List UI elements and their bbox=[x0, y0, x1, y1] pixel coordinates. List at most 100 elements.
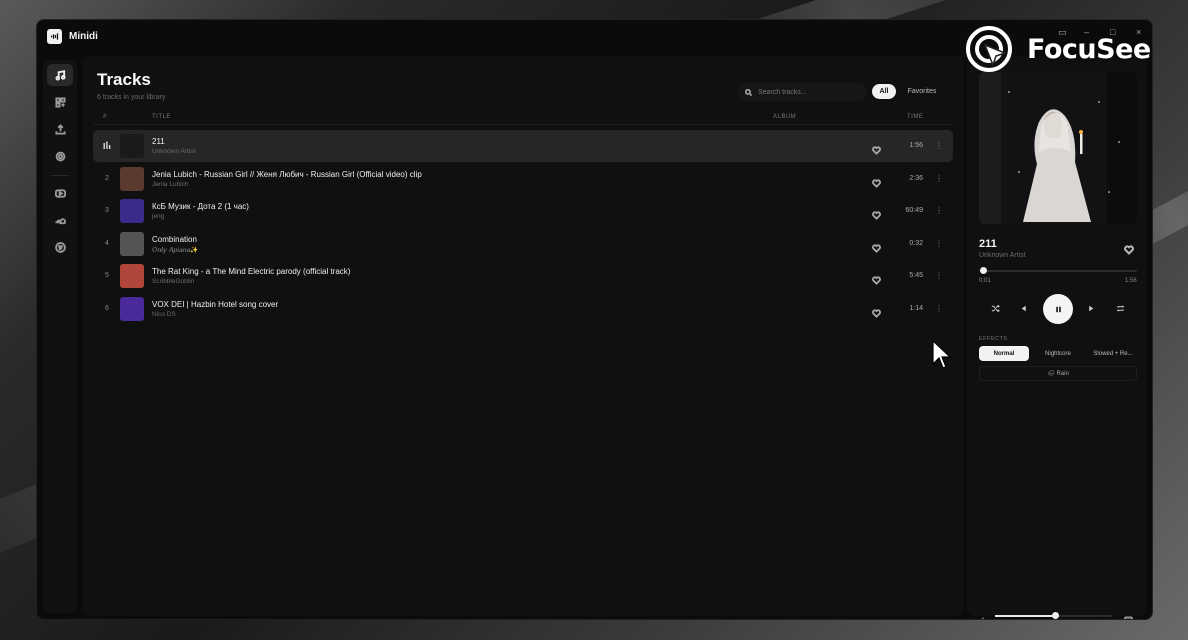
track-artist: 𝑶𝒏𝒍𝒚 𝑨𝒑𝒊𝒂𝒏𝒂✨ bbox=[152, 246, 199, 254]
progress-bar[interactable] bbox=[979, 267, 1137, 274]
gear-icon bbox=[55, 151, 65, 161]
repeat-button[interactable] bbox=[1114, 302, 1126, 314]
favorite-heart-icon[interactable] bbox=[1124, 242, 1134, 255]
favorite-heart-icon[interactable] bbox=[872, 207, 881, 221]
volume-handle[interactable] bbox=[1052, 612, 1060, 619]
effect-nightcore-button[interactable]: Nightcore bbox=[1033, 346, 1083, 361]
track-row[interactable]: 2 Jenia Lubich - Russian Girl // Женя Люб… bbox=[93, 163, 953, 195]
track-duration: 60:49 bbox=[905, 207, 923, 215]
track-artwork bbox=[120, 166, 144, 191]
track-artwork bbox=[120, 199, 144, 224]
track-artist: ScribbleGoblin bbox=[152, 278, 195, 286]
music-note-icon bbox=[54, 69, 66, 81]
next-icon bbox=[1088, 305, 1093, 311]
effects-label: EFFECTS bbox=[979, 336, 1008, 342]
sidebar-item-library[interactable] bbox=[47, 91, 73, 113]
next-button[interactable] bbox=[1085, 302, 1097, 314]
app-window: Minidi ▭ – □ × Tracks 6 tracks in your l… bbox=[36, 19, 1153, 620]
track-title: Combination bbox=[152, 234, 197, 244]
track-title: Jenia Lubich - Russian Girl // Женя Люби… bbox=[152, 169, 422, 179]
favorite-heart-icon[interactable] bbox=[872, 142, 881, 155]
app-name: Minidi bbox=[69, 30, 98, 42]
total-time: 1:56 bbox=[1125, 278, 1137, 284]
track-artist: jeng bbox=[152, 213, 165, 221]
sidebar-item-spotify[interactable] bbox=[47, 236, 73, 258]
effect-normal-button[interactable]: Normal bbox=[979, 346, 1029, 361]
favorite-heart-icon[interactable] bbox=[872, 175, 881, 188]
pause-button[interactable] bbox=[1043, 294, 1073, 324]
column-header-title[interactable]: TITLE bbox=[152, 114, 171, 120]
track-artist: Nico DS bbox=[152, 311, 176, 318]
track-row[interactable]: 5 The Rat King - a The Mind Electric paro… bbox=[93, 260, 953, 292]
column-header-num: # bbox=[103, 114, 107, 120]
sidebar-item-soundcloud[interactable] bbox=[47, 209, 73, 231]
sidebar-divider bbox=[51, 175, 69, 176]
track-row[interactable]: 3 КсБ Музик - Дота 2 (1 час) jeng 60:49 ⋮ bbox=[93, 195, 953, 227]
rain-effect-button[interactable]: 🌧 Rain bbox=[979, 366, 1137, 381]
filter-all-button[interactable]: All bbox=[872, 84, 896, 99]
effect-slowed-reverb-button[interactable]: Slowed + Re... bbox=[1087, 346, 1139, 361]
track-title: КсБ Музик - Дота 2 (1 час) bbox=[152, 202, 249, 212]
track-row[interactable]: 6 VOX DEI | Hazbin Hotel song cover Nico D… bbox=[93, 293, 953, 325]
more-options-icon[interactable]: ⋮ bbox=[935, 270, 943, 282]
search-icon bbox=[745, 88, 752, 96]
filter-favorites-button[interactable]: Favorites bbox=[902, 84, 942, 99]
search-input[interactable] bbox=[758, 88, 858, 96]
track-duration: 2:36 bbox=[909, 174, 923, 182]
track-number: 3 bbox=[105, 207, 109, 215]
track-duration: 1:56 bbox=[909, 142, 923, 149]
sidebar-item-youtube[interactable] bbox=[47, 182, 73, 204]
grid-icon bbox=[54, 96, 66, 108]
shuffle-button[interactable] bbox=[989, 302, 1001, 314]
track-artwork bbox=[120, 231, 144, 256]
app-logo-icon bbox=[47, 28, 62, 44]
favorite-heart-icon[interactable] bbox=[872, 272, 881, 286]
page-subtitle: 6 tracks in your library bbox=[97, 94, 166, 101]
favorite-heart-icon[interactable] bbox=[872, 240, 881, 253]
volume-icon[interactable] bbox=[979, 611, 987, 619]
mouse-cursor-icon bbox=[932, 340, 952, 369]
more-options-icon[interactable]: ⋮ bbox=[935, 140, 943, 152]
sidebar bbox=[43, 60, 77, 613]
volume-fill bbox=[995, 615, 1056, 617]
more-options-icon[interactable]: ⋮ bbox=[935, 303, 943, 315]
shuffle-icon bbox=[991, 304, 1000, 312]
track-number: 6 bbox=[105, 305, 109, 312]
now-playing-panel: 211 Unknown Artist 0:01 1:56 EFFECTS Nor… bbox=[967, 56, 1147, 619]
track-artwork bbox=[120, 134, 144, 158]
tracks-panel: Tracks 6 tracks in your library All Favo… bbox=[83, 56, 963, 616]
previous-icon bbox=[1021, 305, 1026, 311]
track-title: VOX DEI | Hazbin Hotel song cover bbox=[152, 300, 279, 309]
sidebar-item-upload[interactable] bbox=[47, 118, 73, 140]
track-title: The Rat King - a The Mind Electric parod… bbox=[152, 267, 351, 277]
sidebar-item-tracks[interactable] bbox=[47, 64, 73, 86]
favorite-heart-icon[interactable] bbox=[872, 305, 881, 318]
search-box[interactable] bbox=[737, 83, 867, 101]
track-row[interactable]: 4 Combination 𝑶𝒏𝒍𝒚 𝑨𝒑𝒊𝒂𝒏𝒂✨ 0:32 ⋮ bbox=[93, 228, 953, 260]
column-header-album[interactable]: ALBUM bbox=[773, 114, 796, 120]
sidebar-item-settings[interactable] bbox=[47, 145, 73, 167]
soundcloud-icon bbox=[54, 217, 66, 224]
more-options-icon[interactable]: ⋮ bbox=[935, 205, 943, 217]
track-duration: 0:32 bbox=[909, 239, 923, 247]
volume-slider[interactable] bbox=[995, 612, 1113, 619]
mini-player-icon[interactable] bbox=[1124, 611, 1133, 619]
more-options-icon[interactable]: ⋮ bbox=[935, 238, 943, 250]
table-header: # TITLE ALBUM TIME bbox=[93, 111, 953, 125]
track-artwork bbox=[120, 264, 144, 289]
previous-button[interactable] bbox=[1017, 302, 1029, 314]
track-artwork bbox=[120, 297, 144, 321]
track-artist: Jenia Lubich bbox=[152, 180, 189, 188]
repeat-icon bbox=[1116, 304, 1124, 312]
column-header-time[interactable]: TIME bbox=[907, 114, 923, 120]
track-row[interactable]: 211 Unknown Artist 1:56 ⋮ bbox=[93, 130, 953, 162]
elapsed-time: 0:01 bbox=[979, 278, 991, 284]
progress-handle[interactable] bbox=[979, 267, 987, 274]
more-options-icon[interactable]: ⋮ bbox=[935, 173, 943, 185]
page-title: Tracks bbox=[97, 70, 151, 89]
now-playing-title: 211 bbox=[979, 238, 997, 250]
track-number: 5 bbox=[105, 272, 109, 280]
track-number: 4 bbox=[105, 239, 109, 247]
track-artist: Unknown Artist bbox=[152, 148, 196, 155]
track-duration: 5:45 bbox=[909, 272, 923, 280]
